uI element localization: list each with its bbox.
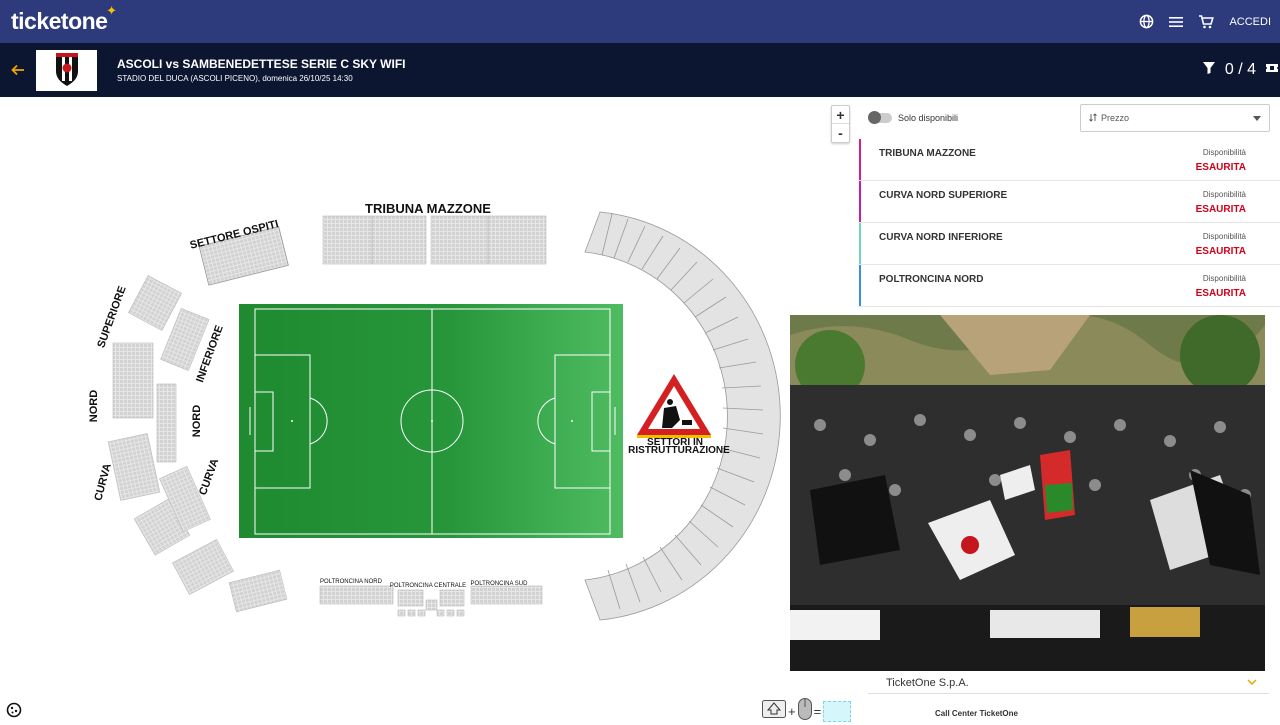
event-info: ASCOLI vs SAMBENEDETTESE SERIE C SKY WIF… — [117, 57, 406, 83]
equals-sign: = — [813, 704, 822, 719]
sector-color-bar — [859, 223, 861, 264]
chevron-down-icon — [1253, 113, 1261, 123]
availability-label: Disponibilità — [1202, 232, 1246, 241]
sector-poltroncina-nord[interactable] — [319, 585, 394, 605]
label-poltroncina-sud: POLTRONCINA SUD — [471, 581, 529, 587]
label-tribuna: TRIBUNA MAZZONE — [365, 201, 491, 216]
fans-photo — [790, 315, 1265, 671]
filter-icon[interactable] — [1202, 61, 1215, 79]
sector-tribuna-mazzone[interactable] — [322, 215, 547, 265]
zoom-controls: + - — [831, 105, 850, 143]
label-curva-inner: CURVA — [197, 457, 221, 497]
sold-out-badge: ESAURITA — [1195, 162, 1246, 173]
label-curva-outer: CURVA — [92, 462, 113, 502]
sector-item-curva-nord-inferiore[interactable]: CURVA NORD INFERIORE Disponibilità ESAUR… — [858, 223, 1280, 265]
construction-warning-icon — [637, 374, 711, 438]
sector-item-curva-nord-superiore[interactable]: CURVA NORD SUPERIORE Disponibilità ESAUR… — [858, 181, 1280, 223]
label-nord-inner: NORD — [191, 405, 203, 437]
company-name: TicketOne S.p.A. — [886, 676, 969, 689]
sector-color-bar — [859, 139, 861, 180]
sector-item-poltroncina-nord[interactable]: POLTRONCINA NORD Disponibilità ESAURITA — [858, 265, 1280, 307]
sector-item-tribuna-mazzone[interactable]: TRIBUNA MAZZONE Disponibilità ESAURITA — [858, 139, 1280, 181]
mouse-icon — [797, 698, 812, 725]
sort-icon — [1089, 112, 1098, 124]
football-pitch — [239, 304, 623, 538]
club-crest — [36, 49, 97, 91]
sector-poltroncina-centrale[interactable] — [397, 589, 465, 617]
event-header: ASCOLI vs SAMBENEDETTESE SERIE C SKY WIF… — [0, 43, 1280, 97]
only-available-toggle[interactable] — [868, 111, 892, 124]
only-available-label: Solo disponibili — [898, 113, 959, 123]
sort-select[interactable]: Prezzo — [1080, 104, 1270, 132]
event-title: ASCOLI vs SAMBENEDETTESE SERIE C SKY WIF… — [117, 57, 406, 71]
zoom-shortcut-hint: + = — [762, 698, 852, 725]
availability-label: Disponibilità — [1202, 274, 1246, 283]
sector-name: CURVA NORD SUPERIORE — [879, 190, 1008, 201]
sector-color-bar — [859, 265, 861, 306]
footer-info: TicketOne S.p.A. Call Center TicketOne — [868, 672, 1269, 718]
stadium-svg[interactable]: TRIBUNA MAZZONE SETTORE OSPITI SUPERIORE… — [0, 97, 858, 720]
availability-label: Disponibilità — [1202, 190, 1246, 199]
selection-box-icon — [823, 701, 852, 722]
top-actions: ACCEDI — [1131, 7, 1271, 37]
cart-icon[interactable] — [1191, 7, 1221, 37]
brand-star: ✦ — [106, 3, 117, 18]
sold-out-badge: ESAURITA — [1195, 246, 1246, 257]
event-subtitle: STADIO DEL DUCA (ASCOLI PICENO), domenic… — [117, 74, 353, 83]
sector-name: TRIBUNA MAZZONE — [879, 148, 976, 159]
sold-out-badge: ESAURITA — [1195, 288, 1246, 299]
filters-row: Solo disponibili Prezzo — [858, 97, 1280, 139]
sector-name: POLTRONCINA NORD — [879, 274, 984, 285]
globe-icon[interactable] — [1131, 7, 1161, 37]
label-poltroncina-centrale: POLTRONCINA CENTRALE — [390, 583, 466, 589]
event-actions: 0 / 4 — [1202, 61, 1280, 79]
top-navigation: ticketone ✦ ACCEDI — [0, 0, 1280, 43]
brand-name: ticketone — [11, 8, 108, 34]
sort-value: Prezzo — [1101, 113, 1130, 123]
label-poltroncina-nord: POLTRONCINA NORD — [320, 579, 383, 585]
ticketone-logo[interactable]: ticketone ✦ — [11, 3, 117, 35]
stadium-map[interactable]: TRIBUNA MAZZONE SETTORE OSPITI SUPERIORE… — [0, 97, 858, 720]
chevron-down-icon — [1247, 677, 1257, 688]
login-link[interactable]: ACCEDI — [1229, 16, 1271, 28]
zoom-out-button[interactable]: - — [832, 124, 849, 142]
plus-sign: + — [788, 704, 796, 719]
sector-color-bar — [859, 181, 861, 222]
sector-poltroncina-sud[interactable] — [470, 585, 543, 605]
label-superiore: SUPERIORE — [95, 285, 128, 350]
ticket-counter: 0 / 4 — [1224, 61, 1256, 78]
menu-icon[interactable] — [1161, 7, 1191, 37]
zoom-in-button[interactable]: + — [832, 106, 849, 124]
call-center-label: Call Center TicketOne — [935, 709, 1018, 718]
sold-out-badge: ESAURITA — [1195, 204, 1246, 215]
label-works-2: RISTRUTTURAZIONE — [628, 445, 730, 456]
back-arrow-icon[interactable] — [0, 43, 36, 97]
company-accordion[interactable]: TicketOne S.p.A. — [868, 672, 1269, 694]
ticket-icon[interactable] — [1266, 61, 1278, 79]
availability-label: Disponibilità — [1202, 148, 1246, 157]
label-nord-outer: NORD — [88, 390, 100, 422]
sector-name: CURVA NORD INFERIORE — [879, 232, 1003, 243]
